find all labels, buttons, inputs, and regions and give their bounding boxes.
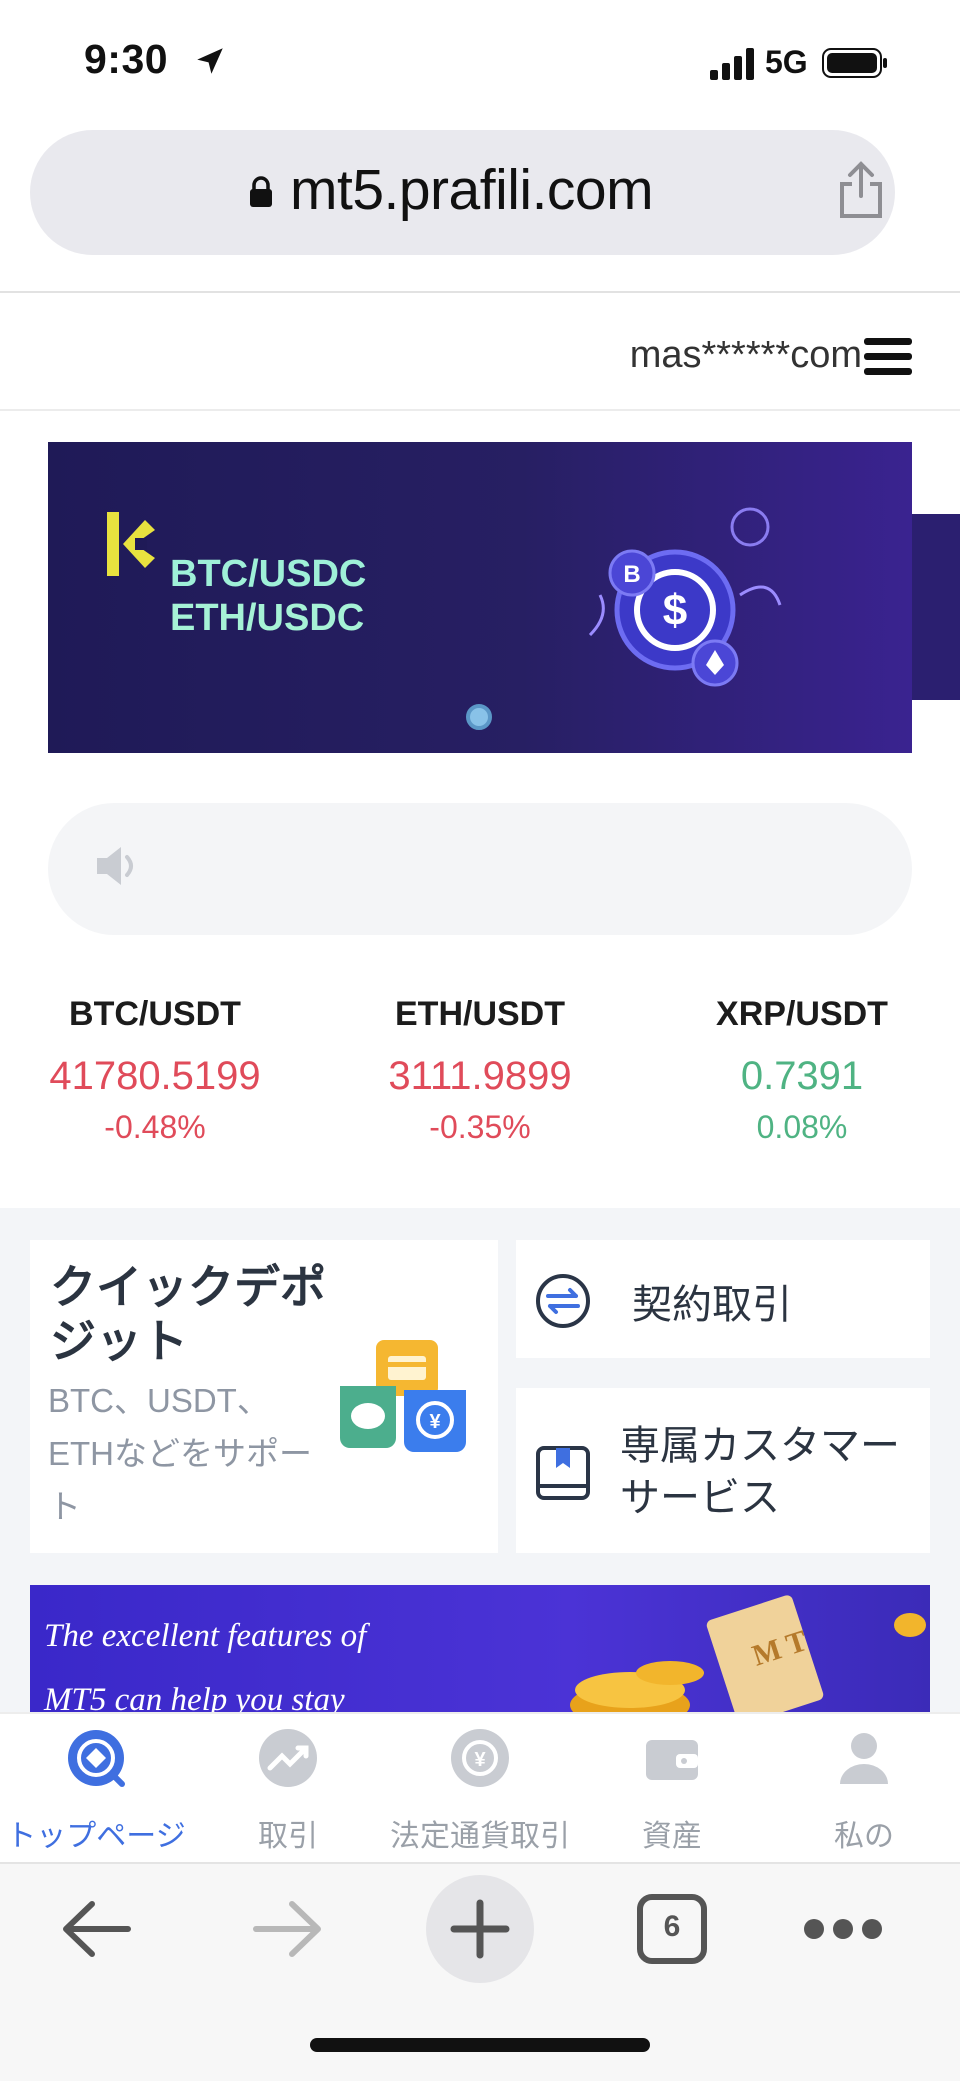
tab-label: 資産 xyxy=(642,1820,702,1853)
deposit-methods-icon: ¥ xyxy=(340,1340,466,1452)
ticker-price: 41780.5199 xyxy=(49,1054,261,1098)
banner-line1: BTC/USDC xyxy=(170,553,367,595)
ticker-pair: XRP/USDT xyxy=(716,995,888,1033)
ticker-price: 3111.9899 xyxy=(388,1054,572,1098)
ticker-eth[interactable]: ETH/USDT 3111.9899 -0.35% xyxy=(370,995,590,1146)
swap-arrows-icon xyxy=(536,1274,590,1328)
user-icon xyxy=(840,1733,888,1784)
contract-trading-label: 契約取引 xyxy=(632,1283,792,1327)
tab-label: 私の xyxy=(834,1820,894,1853)
ticker-change: -0.48% xyxy=(104,1109,206,1145)
kucoin-logo xyxy=(107,512,155,576)
svg-text:¥: ¥ xyxy=(429,1411,441,1433)
tab-assets[interactable]: 資産 xyxy=(576,1726,768,1855)
ticker-pair: BTC/USDT xyxy=(69,995,241,1033)
new-tab-plus-icon[interactable] xyxy=(426,1875,534,1983)
tab-label: トップページ xyxy=(6,1820,186,1853)
home-target-icon xyxy=(68,1730,125,1787)
status-time: 9:30 xyxy=(84,36,169,82)
gold-coins-illustration: M T xyxy=(570,1595,926,1712)
tab-home[interactable]: トップページ xyxy=(0,1726,192,1855)
tab-mine[interactable]: 私の xyxy=(768,1726,960,1855)
tab-label: 取引 xyxy=(258,1820,318,1853)
home-indicator xyxy=(310,2038,650,2052)
divider xyxy=(0,291,960,293)
svg-text:B: B xyxy=(623,561,640,588)
battery-icon xyxy=(822,48,887,78)
back-arrow-icon[interactable] xyxy=(58,1894,134,1964)
tab-fiat-trade[interactable]: ¥ 法定通貨取引 xyxy=(384,1726,576,1855)
next-banner-peek xyxy=(912,514,960,700)
ticker-change: 0.08% xyxy=(756,1109,848,1145)
speaker-icon xyxy=(97,847,133,885)
quick-deposit-title: クイックデポジット xyxy=(50,1261,326,1367)
ticker-xrp[interactable]: XRP/USDT 0.7391 0.08% xyxy=(692,995,912,1146)
share-icon[interactable] xyxy=(836,160,886,220)
ticker-btc[interactable]: BTC/USDT 41780.5199 -0.48% xyxy=(45,995,265,1146)
account-email[interactable]: mas******com xyxy=(630,334,862,377)
banner-text: BTC/USDC ETH/USDC xyxy=(170,552,366,640)
svg-text:¥: ¥ xyxy=(474,1749,486,1771)
ticker-price: 0.7391 xyxy=(740,1054,864,1098)
usdc-coin-illustration: $ B xyxy=(588,507,782,687)
ticker-change: -0.35% xyxy=(429,1109,531,1145)
customer-service-label: 専属カスタマーサービス xyxy=(620,1424,900,1520)
network-type: 5G xyxy=(765,44,808,80)
announcement-bar[interactable] xyxy=(48,803,912,935)
signal-icon xyxy=(710,48,754,80)
wallet-icon xyxy=(646,1740,698,1780)
tab-trade[interactable]: 取引 xyxy=(192,1726,384,1855)
location-arrow-icon xyxy=(197,48,223,74)
quick-deposit-subtitle: BTC、USDT、ETHなどをサポート xyxy=(48,1382,312,1525)
lock-icon xyxy=(250,176,272,207)
tab-label: 法定通貨取引 xyxy=(390,1820,570,1853)
url-text[interactable]: mt5.prafili.com xyxy=(290,157,654,223)
more-dots-icon[interactable] xyxy=(802,1914,884,1944)
banner-line2: ETH/USDC xyxy=(170,597,365,639)
svg-text:$: $ xyxy=(663,586,687,635)
forward-arrow-icon[interactable] xyxy=(250,1894,326,1964)
hamburger-menu-icon[interactable] xyxy=(864,336,912,376)
currency-exchange-icon: ¥ xyxy=(451,1729,509,1787)
promo-line1: The excellent features of xyxy=(44,1618,367,1654)
book-icon xyxy=(536,1446,590,1500)
trend-icon xyxy=(259,1729,317,1787)
carousel-indicator[interactable] xyxy=(466,704,492,730)
ticker-pair: ETH/USDT xyxy=(395,995,565,1033)
divider xyxy=(0,409,960,411)
tab-count: 6 xyxy=(663,1910,681,1943)
